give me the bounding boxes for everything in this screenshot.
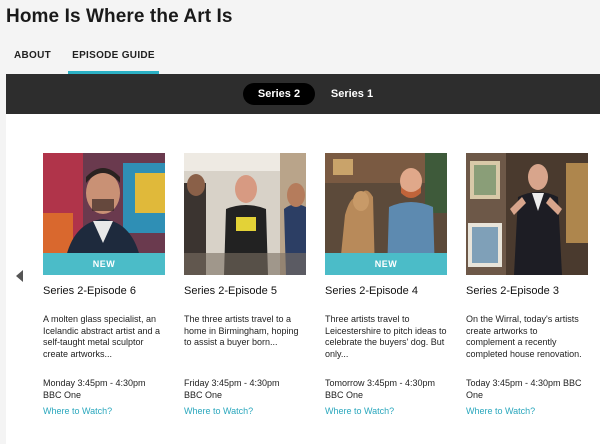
air-time: Friday 3:45pm - 4:30pm [184, 378, 280, 388]
episode-thumbnail: NEW [43, 153, 165, 275]
page-title: Home Is Where the Art Is [6, 6, 233, 27]
where-to-watch-link[interactable]: Where to Watch? [43, 405, 165, 417]
where-to-watch-link[interactable]: Where to Watch? [466, 405, 588, 417]
where-to-watch-link[interactable]: Where to Watch? [184, 405, 306, 417]
series-1-button[interactable]: Series 1 [320, 83, 384, 105]
new-badge: NEW [43, 253, 165, 275]
channel: BBC One [43, 389, 82, 400]
tab-about[interactable]: ABOUT [14, 50, 51, 74]
episode-title: Series 2-Episode 4 [325, 285, 418, 297]
episode-description: Three artists travel to Leicestershire t… [325, 314, 447, 359]
episode-description: A molten glass specialist, an Icelandic … [43, 314, 161, 359]
series-selector-bar: Series 2 Series 1 [6, 74, 600, 114]
new-badge: NEW [325, 253, 447, 275]
episode-card[interactable]: Series 2-Episode 5 The three artists tra… [184, 153, 306, 417]
air-time: Monday 3:45pm - 4:30pm [43, 378, 146, 388]
episode-title: Series 2-Episode 3 [466, 285, 559, 297]
chevron-left-icon[interactable] [16, 270, 23, 282]
episode-title: Series 2-Episode 5 [184, 285, 277, 297]
tab-episode-guide[interactable]: EPISODE GUIDE [68, 50, 159, 74]
episode-thumbnail [184, 153, 306, 275]
tab-bar: ABOUT EPISODE GUIDE [0, 44, 600, 74]
episode-thumbnail [466, 153, 588, 275]
episode-description: On the Wirral, today's artists create ar… [466, 314, 582, 359]
channel: BBC One [184, 389, 223, 400]
where-to-watch-link[interactable]: Where to Watch? [325, 405, 447, 417]
episode-card[interactable]: NEW Series 2-Episode 4 Three artists tra… [325, 153, 447, 417]
air-time: Tomorrow 3:45pm - 4:30pm BBC One [325, 378, 436, 400]
episode-title: Series 2-Episode 6 [43, 285, 136, 297]
episode-description: The three artists travel to a home in Bi… [184, 314, 299, 347]
episode-thumbnail: NEW [325, 153, 447, 275]
series-2-button[interactable]: Series 2 [243, 83, 315, 105]
air-time: Today 3:45pm - 4:30pm BBC One [466, 378, 582, 400]
episode-card[interactable]: NEW Series 2-Episode 6 A molten glass sp… [43, 153, 165, 417]
episode-card[interactable]: Series 2-Episode 3 On the Wirral, today'… [466, 153, 588, 417]
